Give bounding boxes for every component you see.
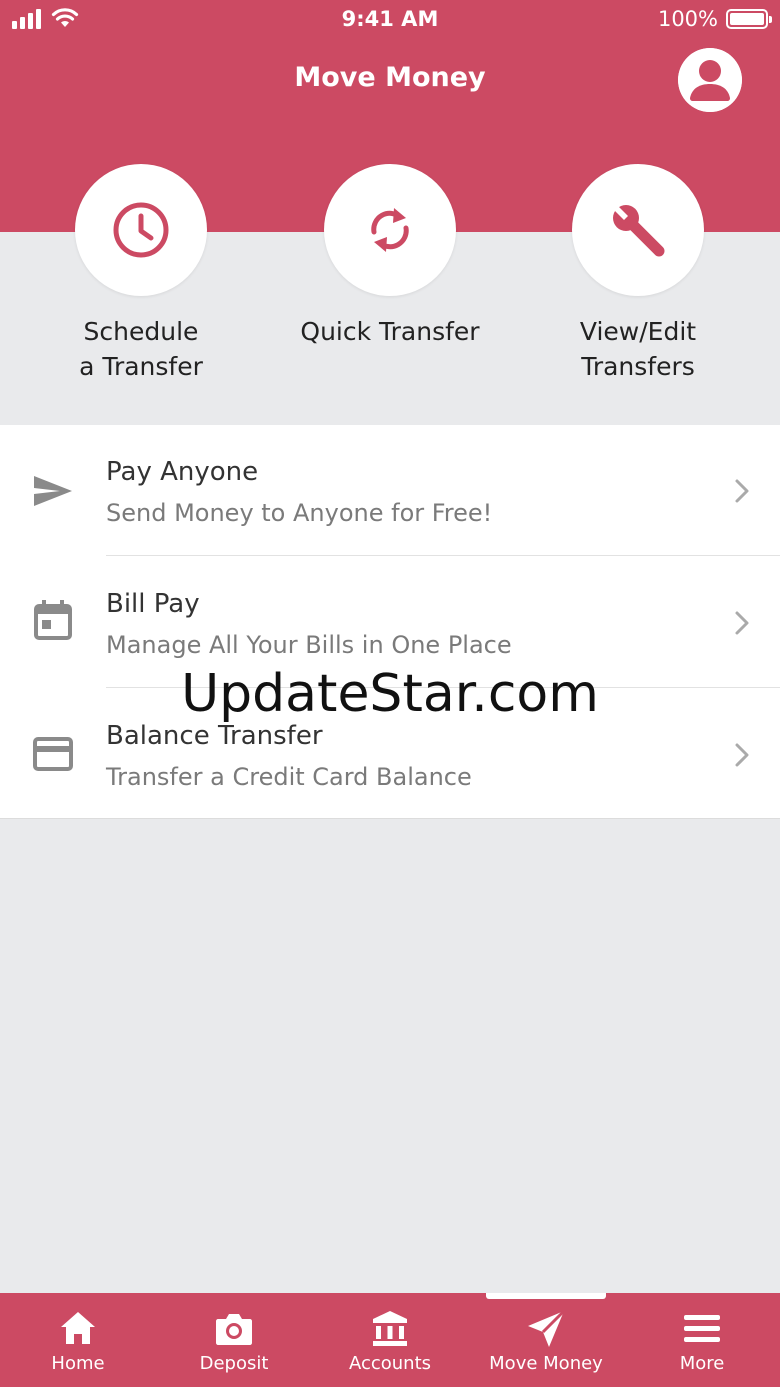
list-item-title: Bill Pay	[106, 589, 200, 619]
tab-label: Move Money	[489, 1353, 603, 1374]
list-divider	[106, 555, 780, 556]
view-edit-transfers-circle	[572, 164, 704, 296]
quick-transfer-button[interactable]: Quick Transfer	[280, 164, 500, 349]
bank-icon	[373, 1311, 407, 1346]
tab-accounts[interactable]: Accounts	[312, 1293, 468, 1387]
list-item-subtitle: Send Money to Anyone for Free!	[106, 499, 493, 527]
tab-bar: Home Deposit Accounts Move Money More	[0, 1293, 780, 1387]
schedule-transfer-circle	[75, 164, 207, 296]
list-item-title: Balance Transfer	[106, 721, 323, 751]
tab-label: Deposit	[199, 1353, 269, 1374]
battery-percent: 100%	[657, 7, 718, 31]
list-item-subtitle: Manage All Your Bills in One Place	[106, 631, 512, 659]
tab-home[interactable]: Home	[0, 1293, 156, 1387]
list-item-subtitle: Transfer a Credit Card Balance	[106, 763, 472, 791]
list-item-pay-anyone[interactable]: Pay Anyone Send Money to Anyone for Free…	[0, 425, 780, 557]
tab-more[interactable]: More	[624, 1293, 780, 1387]
clock-icon	[113, 202, 169, 258]
chevron-right-icon	[735, 743, 749, 767]
quick-transfer-label: Quick Transfer	[300, 317, 480, 346]
wrench-icon	[612, 204, 665, 257]
list-item-balance-transfer[interactable]: Balance Transfer Transfer a Credit Card …	[0, 689, 780, 821]
status-right: 100%	[657, 7, 772, 31]
battery-icon	[726, 9, 772, 29]
schedule-transfer-label: Schedule a Transfer	[79, 317, 203, 381]
menu-icon	[684, 1315, 720, 1342]
user-icon	[678, 48, 742, 112]
home-icon	[61, 1312, 95, 1344]
quick-transfer-circle	[324, 164, 456, 296]
tab-label: More	[679, 1353, 725, 1374]
credit-card-icon	[33, 737, 73, 771]
list-divider	[106, 687, 780, 688]
tab-move-money[interactable]: Move Money	[468, 1293, 624, 1387]
view-edit-transfers-button[interactable]: View/Edit Transfers	[528, 164, 748, 384]
send-icon	[34, 476, 72, 506]
sync-icon	[371, 208, 409, 252]
list-item-title: Pay Anyone	[106, 457, 259, 487]
calendar-icon	[34, 600, 72, 640]
active-tab-indicator	[486, 1293, 606, 1299]
paper-plane-icon	[528, 1309, 566, 1347]
tab-deposit[interactable]: Deposit	[156, 1293, 312, 1387]
camera-icon	[216, 1314, 252, 1345]
list-item-bill-pay[interactable]: Bill Pay Manage All Your Bills in One Pl…	[0, 557, 780, 689]
view-edit-transfers-label: View/Edit Transfers	[579, 317, 697, 381]
page-title: Move Money	[294, 62, 486, 93]
tab-label: Home	[51, 1353, 105, 1374]
profile-button[interactable]	[678, 48, 742, 112]
schedule-transfer-button[interactable]: Schedule a Transfer	[31, 164, 251, 384]
status-bar: 9:41 AM 100%	[0, 0, 780, 40]
chevron-right-icon	[735, 611, 749, 635]
tab-label: Accounts	[348, 1353, 432, 1374]
transfer-options-list: Pay Anyone Send Money to Anyone for Free…	[0, 425, 780, 819]
chevron-right-icon	[735, 479, 749, 503]
